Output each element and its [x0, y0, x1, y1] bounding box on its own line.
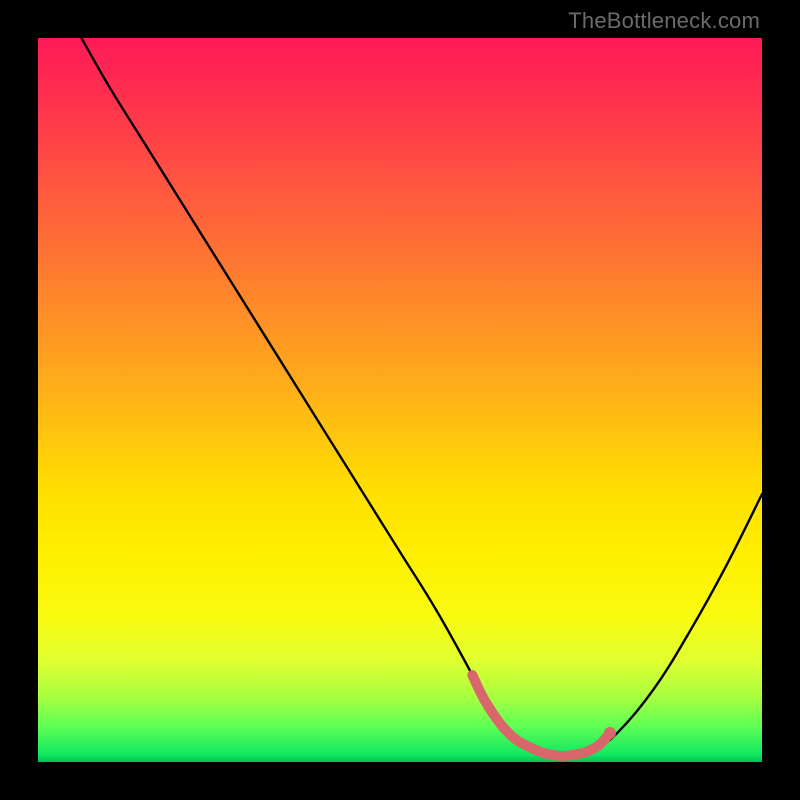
chart-frame: TheBottleneck.com — [0, 0, 800, 800]
curve-layer — [38, 38, 762, 762]
plot-area — [38, 38, 762, 762]
bottleneck-curve-highlight — [472, 675, 610, 756]
watermark-text: TheBottleneck.com — [568, 8, 760, 34]
bottleneck-curve-line — [81, 38, 762, 756]
highlight-end-dot — [604, 727, 616, 739]
